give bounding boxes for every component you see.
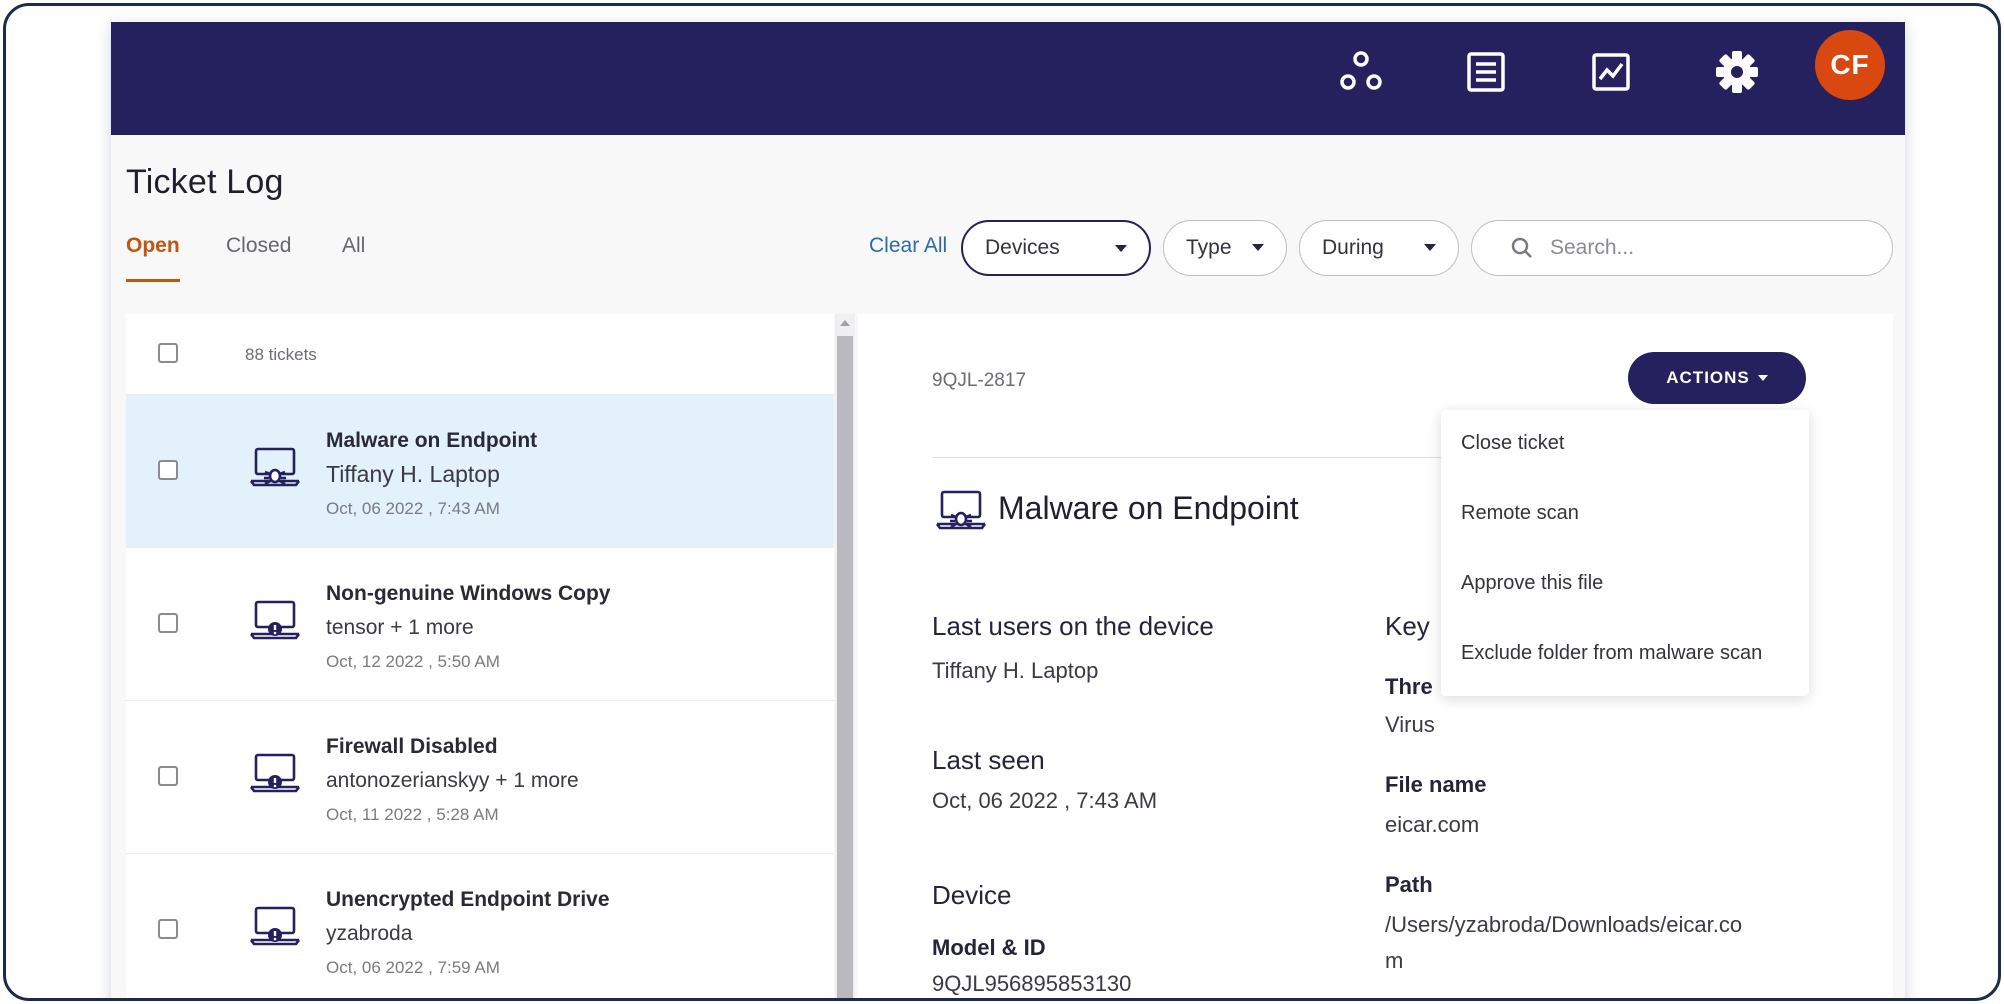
- ticket-checkbox[interactable]: [158, 613, 178, 633]
- ticket-title: Non-genuine Windows Copy: [326, 582, 611, 605]
- actions-dropdown-menu: Close ticket Remote scan Approve this fi…: [1441, 410, 1809, 696]
- type-filter-label: Type: [1186, 236, 1232, 259]
- devices-filter[interactable]: Devices: [961, 220, 1151, 276]
- during-filter-label: During: [1322, 236, 1384, 259]
- malware-laptop-icon: [249, 445, 301, 489]
- tab-closed[interactable]: Closed: [226, 234, 291, 258]
- ticket-count: 88 tickets: [245, 345, 317, 364]
- clear-all-link[interactable]: Clear All: [869, 234, 947, 258]
- ticket-subtitle: yzabroda: [326, 922, 413, 945]
- path-value-line1: /Users/yzabroda/Downloads/eicar.co: [1385, 912, 1743, 937]
- top-nav-bar: CF: [111, 22, 1905, 135]
- user-avatar[interactable]: CF: [1815, 30, 1885, 100]
- ticket-checkbox[interactable]: [158, 460, 178, 480]
- ticket-date: Oct, 06 2022 , 7:59 AM: [326, 958, 500, 977]
- ticket-row[interactable]: Unencrypted Endpoint Drive yzabroda Oct,…: [126, 854, 834, 998]
- network-icon[interactable]: [1333, 44, 1389, 100]
- chevron-down-icon: [1115, 245, 1127, 252]
- last-seen-label: Last seen: [932, 745, 1045, 775]
- path-label: Path: [1385, 872, 1433, 897]
- last-users-label: Last users on the device: [932, 611, 1214, 641]
- chevron-down-icon: [1424, 244, 1436, 251]
- ticket-checkbox[interactable]: [158, 919, 178, 939]
- ticket-subtitle: antonozerianskyy + 1 more: [326, 769, 579, 792]
- ticket-title: Unencrypted Endpoint Drive: [326, 888, 610, 911]
- alert-laptop-icon: [249, 904, 301, 948]
- ticket-row[interactable]: Malware on Endpoint Tiffany H. Laptop Oc…: [126, 395, 834, 548]
- scroll-up-arrow-icon[interactable]: [840, 320, 850, 326]
- threat-label: Thre: [1385, 674, 1433, 699]
- key-label: Key: [1385, 611, 1430, 641]
- actions-button-label: ACTIONS: [1666, 368, 1750, 387]
- caret-down-icon: [1757, 375, 1768, 381]
- detail-title: Malware on Endpoint: [998, 490, 1299, 526]
- model-id-value: 9QJL956895853130: [932, 971, 1132, 996]
- ticket-date: Oct, 06 2022 , 7:43 AM: [326, 499, 500, 518]
- threat-value: Virus: [1385, 712, 1435, 737]
- list-header: 88 tickets: [126, 314, 834, 395]
- device-label: Device: [932, 880, 1012, 910]
- search-box[interactable]: [1471, 220, 1893, 276]
- ticket-row[interactable]: Firewall Disabled antonozerianskyy + 1 m…: [126, 701, 834, 854]
- tab-open[interactable]: Open: [126, 234, 180, 258]
- model-id-label: Model & ID: [932, 935, 1046, 960]
- ticket-date: Oct, 11 2022 , 5:28 AM: [326, 805, 499, 824]
- ticket-subtitle: Tiffany H. Laptop: [326, 461, 500, 487]
- gear-icon[interactable]: [1709, 44, 1765, 100]
- search-icon: [1510, 236, 1534, 260]
- type-filter[interactable]: Type: [1163, 220, 1287, 276]
- ticket-title: Malware on Endpoint: [326, 429, 538, 452]
- alert-laptop-icon: [249, 598, 301, 642]
- screenshot-frame: CF Ticket Log Open Closed All Clear All …: [3, 3, 2001, 1001]
- ticket-subtitle: tensor + 1 more: [326, 616, 474, 639]
- scrollbar-thumb[interactable]: [837, 336, 853, 998]
- during-filter[interactable]: During: [1299, 220, 1459, 276]
- page-title: Ticket Log: [126, 163, 284, 201]
- list-scrollbar[interactable]: [835, 314, 855, 998]
- ticket-date: Oct, 12 2022 , 5:50 AM: [326, 652, 500, 671]
- ticket-list-panel: 88 tickets Malware on Endpoint Tiffany H…: [126, 314, 834, 998]
- ticket-row[interactable]: Non-genuine Windows Copy tensor + 1 more…: [126, 548, 834, 701]
- ticket-id: 9QJL-2817: [932, 370, 1027, 391]
- last-users-value: Tiffany H. Laptop: [932, 658, 1099, 683]
- search-input[interactable]: [1548, 235, 1882, 261]
- menu-item-close-ticket[interactable]: Close ticket: [1461, 432, 1564, 455]
- detail-divider: [932, 457, 1452, 458]
- ticket-checkbox[interactable]: [158, 766, 178, 786]
- ticket-title: Firewall Disabled: [326, 735, 498, 758]
- chevron-down-icon: [1252, 244, 1264, 251]
- menu-item-approve-file[interactable]: Approve this file: [1461, 572, 1603, 595]
- select-all-checkbox[interactable]: [158, 343, 178, 363]
- malware-laptop-icon: [935, 488, 987, 532]
- tab-all[interactable]: All: [342, 234, 365, 258]
- chart-icon[interactable]: [1583, 44, 1639, 100]
- path-value-line2: m: [1385, 948, 1404, 973]
- menu-item-remote-scan[interactable]: Remote scan: [1461, 502, 1579, 525]
- menu-item-exclude-folder[interactable]: Exclude folder from malware scan: [1461, 642, 1762, 665]
- last-seen-value: Oct, 06 2022 , 7:43 AM: [932, 788, 1158, 813]
- active-tab-indicator: [126, 279, 180, 282]
- devices-filter-label: Devices: [985, 236, 1060, 259]
- actions-button[interactable]: ACTIONS: [1628, 352, 1806, 404]
- file-name-value: eicar.com: [1385, 812, 1480, 837]
- list-icon[interactable]: [1458, 44, 1514, 100]
- alert-laptop-icon: [249, 751, 301, 795]
- file-name-label: File name: [1385, 772, 1487, 797]
